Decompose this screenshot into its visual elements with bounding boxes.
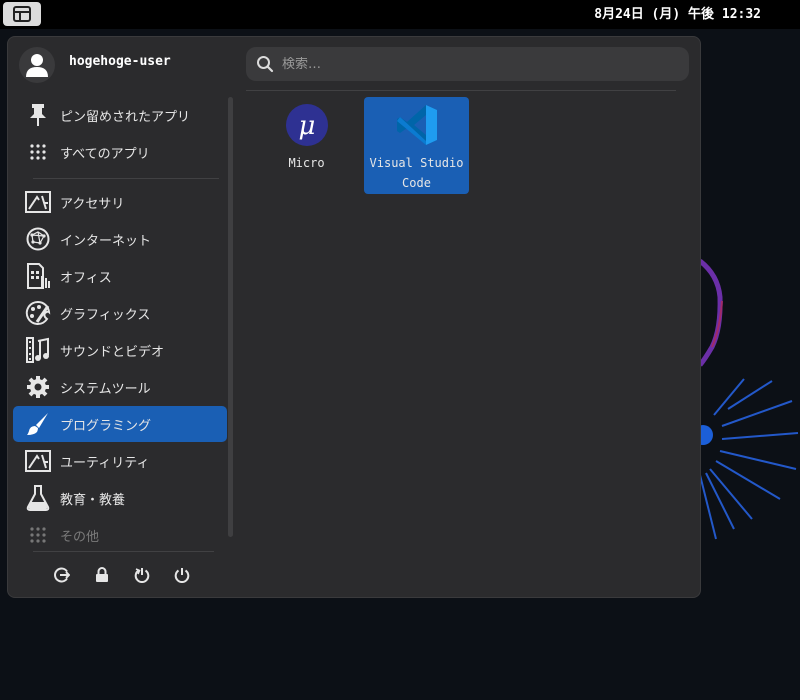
session-buttons — [52, 565, 191, 587]
sidebar-item-label: ピン留めされたアプリ — [60, 109, 191, 125]
sidebar-item-label: その他 — [60, 529, 100, 545]
sidebar-item-system-tools[interactable]: システムツール — [13, 369, 227, 405]
sidebar-item-label: プログラミング — [60, 418, 152, 434]
app-visual-studio-code[interactable]: Visual Studio Code — [364, 97, 469, 194]
sidebar-item-graphics[interactable]: グラフィックス — [13, 295, 227, 331]
sidebar-item-programming[interactable]: プログラミング — [13, 406, 227, 442]
gear-icon — [25, 374, 51, 400]
lock-button[interactable] — [92, 565, 111, 585]
sidebar-item-pinned-apps[interactable]: ピン留めされたアプリ — [13, 97, 227, 133]
top-panel: 8月24日 (月) 午後 12:32 — [0, 0, 800, 29]
restart-icon — [134, 568, 149, 583]
lock-icon — [95, 567, 108, 582]
logout-button[interactable] — [52, 565, 71, 585]
app-launcher: hogehoge-user ピン留めされたアプリ — [7, 36, 701, 598]
sidebar-scrollbar[interactable] — [228, 97, 233, 537]
avatar-icon — [26, 54, 48, 77]
app-label-line: Visual Studio — [369, 156, 464, 170]
divider — [33, 178, 219, 179]
divider — [246, 90, 676, 91]
sidebar-item-label: アクセサリ — [60, 196, 125, 212]
clock[interactable]: 8月24日 (月) 午後 12:32 — [594, 0, 761, 29]
sidebar-item-office[interactable]: オフィス — [13, 258, 227, 294]
vscode-icon — [396, 105, 437, 145]
app-menu-icon — [13, 6, 31, 22]
grid-icon — [25, 139, 51, 165]
sidebar-item-label: 教育・教養 — [60, 492, 126, 508]
sidebar-item-label: システムツール — [60, 381, 151, 397]
internet-icon — [25, 226, 51, 252]
multimedia-icon — [25, 337, 51, 363]
sidebar-item-label: ユーティリティ — [60, 455, 150, 471]
app-micro[interactable]: μ Micro — [254, 97, 359, 194]
office-icon — [25, 263, 51, 289]
app-label: Micro — [288, 156, 325, 170]
sidebar-item-accessories[interactable]: アクセサリ — [13, 184, 227, 220]
user-name: hogehoge-user — [69, 54, 171, 69]
flask-icon — [25, 485, 51, 511]
sidebar-item-label: インターネット — [60, 233, 152, 249]
search-icon — [257, 56, 274, 73]
svg-text:μ: μ — [298, 111, 315, 141]
graphics-icon — [25, 300, 51, 326]
restart-button[interactable] — [132, 565, 151, 585]
power-icon — [174, 568, 189, 583]
accessories-icon — [25, 189, 51, 215]
app-label-line: Code — [402, 176, 431, 190]
app-label: Visual Studio Code — [367, 153, 467, 193]
pin-icon — [25, 102, 51, 128]
logout-icon — [53, 567, 70, 583]
sidebar-item-other[interactable]: その他 — [13, 517, 227, 553]
sidebar-item-label: サウンドとビデオ — [60, 344, 165, 360]
search-input[interactable] — [282, 56, 689, 72]
search-box[interactable] — [246, 47, 689, 81]
sidebar-item-label: グラフィックス — [60, 307, 151, 323]
utilities-icon — [25, 448, 51, 474]
micro-icon: μ — [285, 104, 328, 146]
sidebar-item-education[interactable]: 教育・教養 — [13, 480, 227, 516]
divider — [33, 551, 214, 552]
sidebar-item-label: オフィス — [60, 270, 112, 286]
sidebar-item-all-apps[interactable]: すべてのアプリ — [13, 134, 227, 170]
power-button[interactable] — [172, 565, 191, 585]
avatar[interactable] — [19, 47, 55, 83]
sidebar-item-utilities[interactable]: ユーティリティ — [13, 443, 227, 479]
sidebar-item-sound-video[interactable]: サウンドとビデオ — [13, 332, 227, 368]
brush-icon — [25, 411, 51, 437]
grid-icon — [25, 522, 51, 548]
category-sidebar: ピン留めされたアプリ すべてのアプリ アクセサリ インターネット オフィス グラ… — [13, 97, 227, 549]
sidebar-item-internet[interactable]: インターネット — [13, 221, 227, 257]
sidebar-item-label: すべてのアプリ — [60, 146, 150, 162]
app-menu-button[interactable] — [3, 2, 41, 26]
